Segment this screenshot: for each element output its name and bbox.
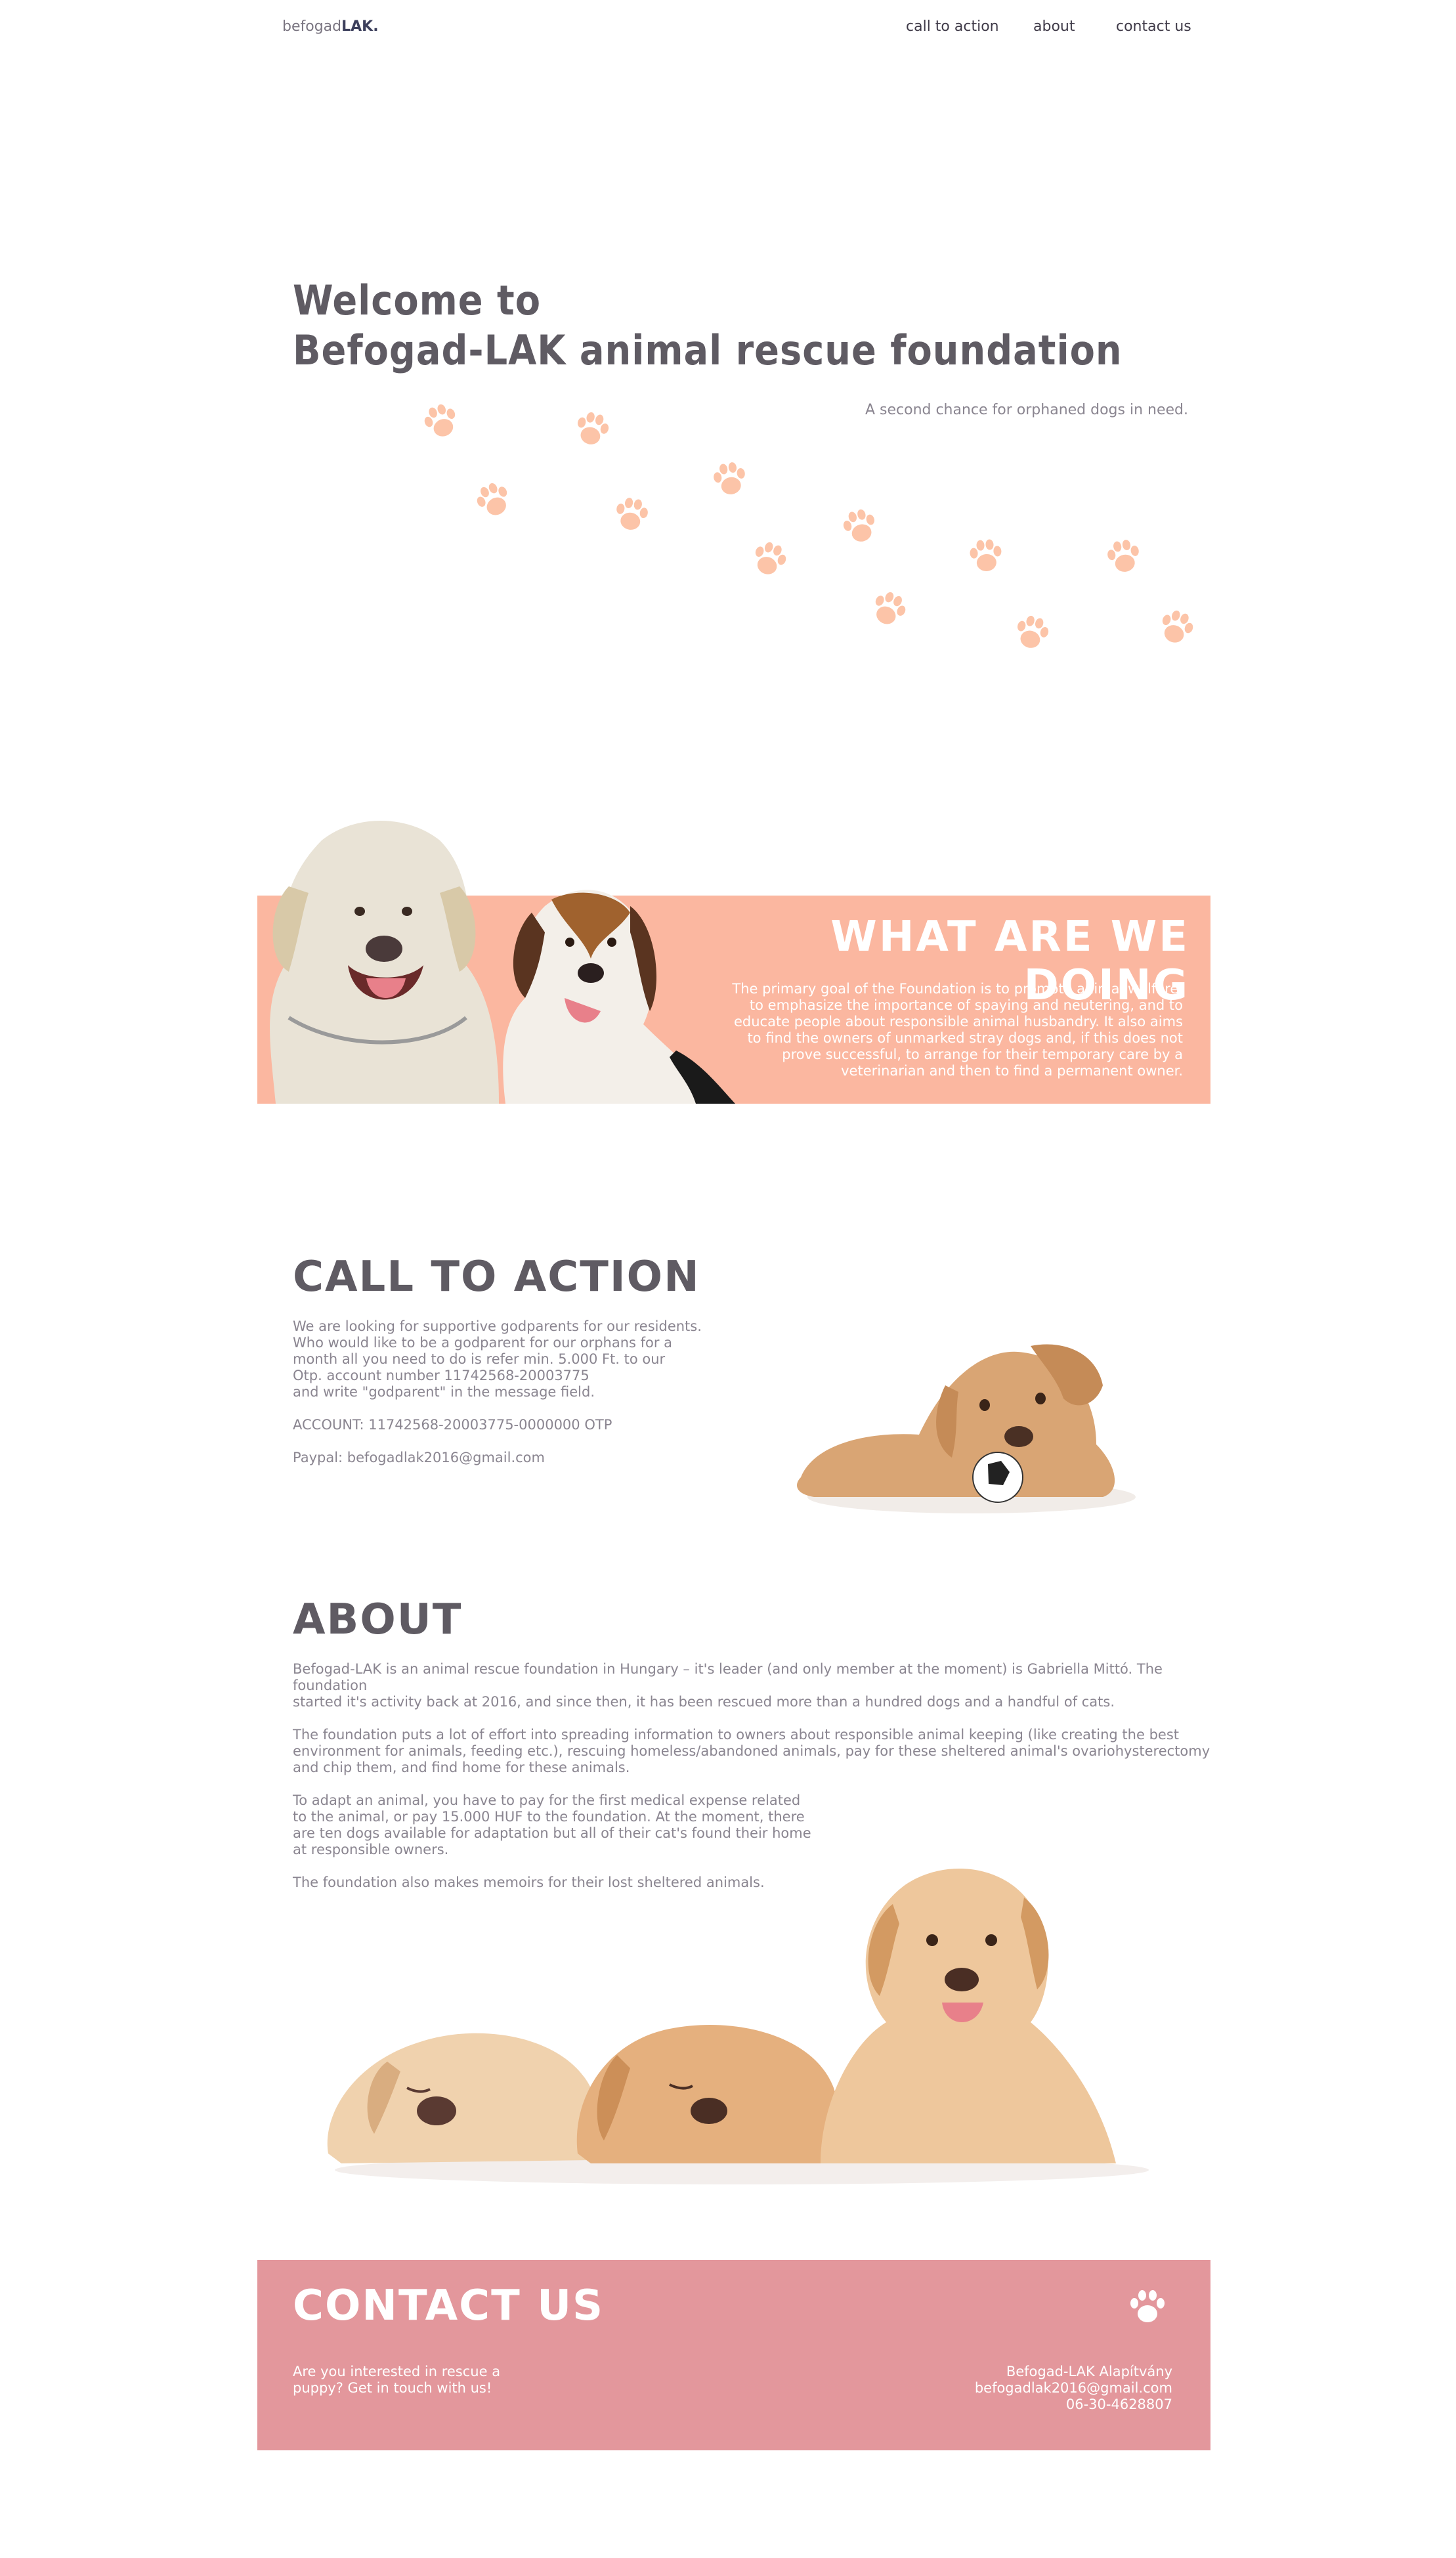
what-we-do-text: The primary goal of the Foundation is to… — [732, 981, 1183, 1079]
brand-logo[interactable]: befogadLAK. — [282, 18, 379, 35]
puppy-with-ball-image — [797, 1344, 1136, 1513]
three-puppies-image — [327, 1869, 1149, 2184]
about-title: ABOUT — [293, 1595, 463, 1644]
paw-print-icon — [712, 460, 748, 497]
nav-call-to-action[interactable]: call to action — [906, 18, 999, 35]
contact-phone[interactable]: 06-30-4628807 — [853, 2396, 1172, 2413]
paw-print-icon — [1130, 2290, 1165, 2322]
paw-print-icon — [572, 409, 612, 448]
call-to-action-title: CALL TO ACTION — [293, 1253, 700, 1301]
hero-subtitle: A second chance for orphaned dogs in nee… — [865, 402, 1188, 418]
paw-print-icon — [1105, 538, 1142, 574]
brand-bold: LAK. — [341, 18, 379, 35]
paw-print-icon — [749, 538, 790, 579]
paw-print-icon — [868, 588, 910, 630]
paw-print-icon — [1012, 613, 1052, 652]
hero-title: Welcome to Befogad-LAK animal rescue fou… — [293, 276, 1123, 374]
brand-prefix: befogad — [282, 18, 342, 35]
paw-print-icon — [1156, 607, 1197, 647]
account-number: ACCOUNT: 11742568-20003775-0000000 OTP — [293, 1417, 612, 1433]
call-to-action-text: We are looking for supportive godparents… — [293, 1318, 702, 1400]
paw-print-icon — [472, 479, 515, 521]
contact-org: Befogad-LAK Alapítvány — [1006, 2364, 1172, 2379]
paw-print-icon — [968, 538, 1003, 573]
nav-about[interactable]: about — [1033, 18, 1075, 35]
contact-title: CONTACT US — [293, 2282, 605, 2330]
paypal-address: Paypal: befogadlak2016@gmail.com — [293, 1450, 545, 1465]
about-paragraph: Befogad-LAK is an animal rescue foundati… — [293, 1661, 1163, 1710]
paw-print-icon — [613, 496, 650, 532]
contact-text: Are you interested in rescue a puppy? Ge… — [293, 2364, 501, 2396]
paw-print-icon — [420, 401, 461, 441]
nav-contact-us[interactable]: contact us — [1116, 18, 1191, 35]
contact-email[interactable]: befogadlak2016@gmail.com — [853, 2380, 1172, 2396]
paw-print-icon — [840, 506, 880, 546]
contact-info: Befogad-LAK Alapítvány befogadlak2016@gm… — [853, 2364, 1172, 2413]
call-to-action-content: We are looking for supportive godparents… — [293, 1318, 713, 1466]
about-paragraph: The foundation puts a lot of effort into… — [293, 1727, 1210, 1775]
